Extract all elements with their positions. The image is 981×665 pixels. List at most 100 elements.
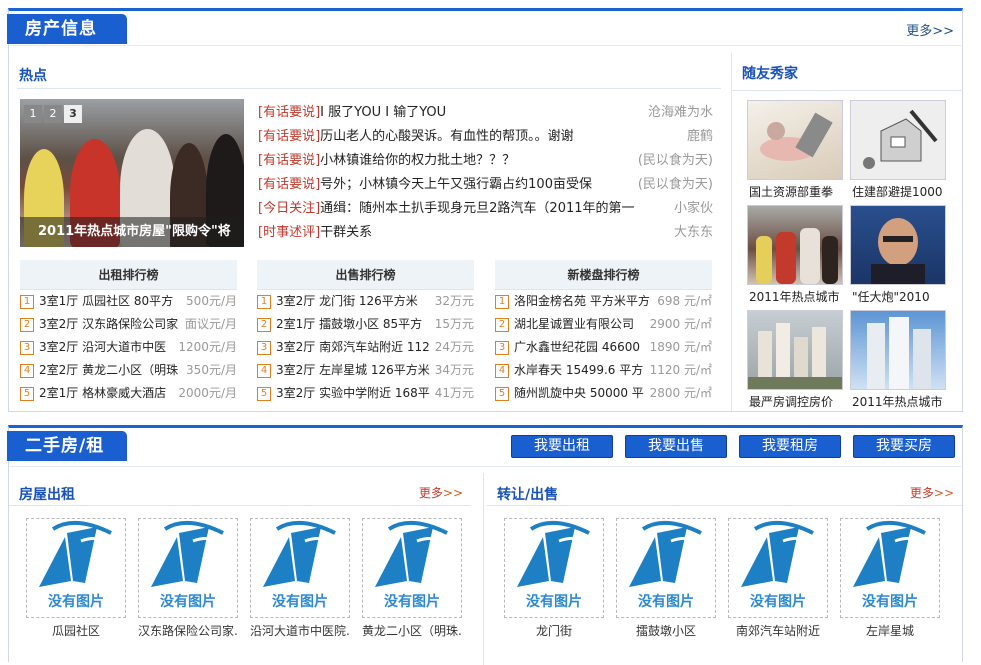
rent-listing-card[interactable]: 没有图片 瓜园社区 bbox=[26, 518, 126, 639]
ranking-row[interactable]: 3 广水鑫世纪花园 46600 1890 元/㎡ bbox=[495, 336, 712, 359]
sale-more-link[interactable]: 更多>> bbox=[910, 484, 954, 501]
ranking-row[interactable]: 3 3室2厅 沿河大道市中医 1200元/月 bbox=[20, 336, 237, 359]
feature-slideshow[interactable]: 1 2 3 2011年热点城市房屋"限购令"将 bbox=[20, 99, 244, 247]
listing-caption[interactable]: 擂鼓墩小区 bbox=[616, 622, 716, 639]
side-item[interactable]: 最严房调控房价 bbox=[747, 310, 843, 410]
rank-name[interactable]: 3室2厅 南郊汽车站附近 112 bbox=[276, 340, 430, 354]
ranking-row[interactable]: 4 3室2厅 左岸星城 126平方米 34万元 bbox=[257, 359, 474, 382]
ranking-row[interactable]: 1 3室1厅 瓜园社区 80平方 500元/月 bbox=[20, 290, 237, 313]
property-tab[interactable]: 房产信息 bbox=[7, 14, 127, 44]
rent-listing-card[interactable]: 没有图片 汉东路保险公司家... bbox=[138, 518, 238, 639]
ranking-row[interactable]: 1 洛阳金榜名苑 平方米平方 698 元/㎡ bbox=[495, 290, 712, 313]
ranking-row[interactable]: 5 随州凯旋中央 50000 平 2800 元/㎡ bbox=[495, 382, 712, 405]
ranking-row[interactable]: 2 2室1厅 擂鼓墩小区 85平方 15万元 bbox=[257, 313, 474, 336]
rank-name[interactable]: 3室1厅 瓜园社区 80平方 bbox=[39, 294, 173, 308]
rank-name[interactable]: 3室2厅 实验中学附近 168平 bbox=[276, 386, 430, 400]
news-tag[interactable]: [今日关注] bbox=[258, 201, 320, 216]
no-image-placeholder[interactable]: 没有图片 bbox=[504, 518, 604, 618]
news-title[interactable]: 通缉：随州本土扒手现身元旦2路汽车（2011年的第一 bbox=[320, 201, 634, 216]
news-author[interactable]: (民以食为天) bbox=[638, 149, 713, 173]
listing-caption[interactable]: 南郊汽车站附近 bbox=[728, 622, 828, 639]
rank-name[interactable]: 3室2厅 龙门街 126平方米 bbox=[276, 294, 418, 308]
listing-caption[interactable]: 黄龙二小区（明珠... bbox=[362, 622, 462, 639]
ranking-row[interactable]: 3 3室2厅 南郊汽车站附近 112 24万元 bbox=[257, 336, 474, 359]
news-title[interactable]: 小林镇谁给你的权力批土地？？？ bbox=[320, 153, 515, 168]
pager-3[interactable]: 3 bbox=[64, 105, 82, 123]
side-caption[interactable]: 住建部避提1000 bbox=[850, 183, 946, 200]
news-title[interactable]: 历山老人的心酸哭诉。有血性的帮顶。。谢谢 bbox=[320, 129, 574, 144]
ranking-row[interactable]: 4 水岸春天 15499.6 平方 1120 元/㎡ bbox=[495, 359, 712, 382]
rank-name[interactable]: 2室1厅 格林豪威大酒店 bbox=[39, 386, 166, 400]
no-image-placeholder[interactable]: 没有图片 bbox=[728, 518, 828, 618]
news-tag[interactable]: [时事述评] bbox=[258, 225, 320, 240]
sell-button[interactable]: 我要出售 bbox=[625, 435, 727, 458]
news-title[interactable]: 干群关系 bbox=[320, 225, 372, 240]
rank-name[interactable]: 广水鑫世纪花园 46600 bbox=[514, 340, 640, 354]
listing-caption[interactable]: 瓜园社区 bbox=[26, 622, 126, 639]
pager-1[interactable]: 1 bbox=[24, 105, 42, 123]
ranking-row[interactable]: 2 3室2厅 汉东路保险公司家 面议元/月 bbox=[20, 313, 237, 336]
side-item[interactable]: "任大炮"2010 bbox=[850, 205, 946, 305]
news-item[interactable]: [有话要说]I 服了YOU I 输了YOU 沧海难为水 bbox=[258, 101, 713, 125]
ranking-row[interactable]: 5 2室1厅 格林豪威大酒店 2000元/月 bbox=[20, 382, 237, 405]
news-title[interactable]: 号外；小林镇今天上午又强行霸占约100亩受保 bbox=[320, 177, 592, 192]
news-author[interactable]: 大东东 bbox=[674, 221, 713, 245]
rent-listing-card[interactable]: 没有图片 黄龙二小区（明珠... bbox=[362, 518, 462, 639]
side-item[interactable]: 2011年热点城市 bbox=[850, 310, 946, 410]
ranking-row[interactable]: 4 2室2厅 黄龙二小区（明珠 350元/月 bbox=[20, 359, 237, 382]
rank-name[interactable]: 3室2厅 左岸星城 126平方米 bbox=[276, 363, 430, 377]
news-tag[interactable]: [有话要说] bbox=[258, 153, 320, 168]
rank-name[interactable]: 湖北星诚置业有限公司 bbox=[514, 317, 634, 331]
side-caption[interactable]: 2011年热点城市 bbox=[850, 393, 946, 410]
rank-name[interactable]: 2室1厅 擂鼓墩小区 85平方 bbox=[276, 317, 422, 331]
listing-caption[interactable]: 龙门街 bbox=[504, 622, 604, 639]
side-caption[interactable]: 最严房调控房价 bbox=[747, 393, 843, 410]
feature-caption[interactable]: 2011年热点城市房屋"限购令"将 bbox=[20, 217, 244, 247]
side-caption[interactable]: 2011年热点城市 bbox=[747, 288, 843, 305]
side-item[interactable]: 国土资源部重拳 bbox=[747, 100, 843, 200]
side-item[interactable]: 2011年热点城市 bbox=[747, 205, 843, 305]
rank-name[interactable]: 洛阳金榜名苑 平方米平方 bbox=[514, 294, 650, 308]
buy-button[interactable]: 我要买房 bbox=[853, 435, 955, 458]
sale-listing-card[interactable]: 没有图片 擂鼓墩小区 bbox=[616, 518, 716, 639]
side-item[interactable]: 住建部避提1000 bbox=[850, 100, 946, 200]
news-author[interactable]: 小家伙 bbox=[674, 197, 713, 221]
news-tag[interactable]: [有话要说] bbox=[258, 105, 320, 120]
pager-2[interactable]: 2 bbox=[44, 105, 62, 123]
rank-name[interactable]: 水岸春天 15499.6 平方 bbox=[514, 363, 643, 377]
rent-in-button[interactable]: 我要租房 bbox=[739, 435, 841, 458]
sale-listing-card[interactable]: 没有图片 龙门街 bbox=[504, 518, 604, 639]
listing-caption[interactable]: 沿河大道市中医院... bbox=[250, 622, 350, 639]
ranking-row[interactable]: 2 湖北星诚置业有限公司 2900 元/㎡ bbox=[495, 313, 712, 336]
rent-listing-card[interactable]: 没有图片 沿河大道市中医院... bbox=[250, 518, 350, 639]
news-item[interactable]: [今日关注]通缉：随州本土扒手现身元旦2路汽车（2011年的第一 小家伙 bbox=[258, 197, 713, 221]
news-title[interactable]: I 服了YOU I 输了YOU bbox=[320, 105, 446, 120]
rank-name[interactable]: 2室2厅 黄龙二小区（明珠 bbox=[39, 363, 178, 377]
news-author[interactable]: 沧海难为水 bbox=[648, 101, 713, 125]
ranking-row[interactable]: 1 3室2厅 龙门街 126平方米 32万元 bbox=[257, 290, 474, 313]
sale-listing-card[interactable]: 没有图片 南郊汽车站附近 bbox=[728, 518, 828, 639]
news-item[interactable]: [有话要说]历山老人的心酸哭诉。有血性的帮顶。。谢谢 鹿鹤 bbox=[258, 125, 713, 149]
no-image-placeholder[interactable]: 没有图片 bbox=[840, 518, 940, 618]
news-item[interactable]: [有话要说]小林镇谁给你的权力批土地？？？ (民以食为天) bbox=[258, 149, 713, 173]
side-caption[interactable]: 国土资源部重拳 bbox=[747, 183, 843, 200]
news-item[interactable]: [时事述评]干群关系 大东东 bbox=[258, 221, 713, 245]
rent-more-link[interactable]: 更多>> bbox=[419, 484, 463, 501]
sale-listing-card[interactable]: 没有图片 左岸星城 bbox=[840, 518, 940, 639]
news-author[interactable]: (民以食为天) bbox=[638, 173, 713, 197]
side-caption[interactable]: "任大炮"2010 bbox=[850, 288, 946, 305]
secondhand-tab[interactable]: 二手房/租房 bbox=[7, 431, 127, 486]
rank-name[interactable]: 3室2厅 汉东路保险公司家 bbox=[39, 317, 178, 331]
news-item[interactable]: [有话要说]号外；小林镇今天上午又强行霸占约100亩受保 (民以食为天) bbox=[258, 173, 713, 197]
no-image-placeholder[interactable]: 没有图片 bbox=[250, 518, 350, 618]
no-image-placeholder[interactable]: 没有图片 bbox=[362, 518, 462, 618]
rent-out-button[interactable]: 我要出租 bbox=[511, 435, 613, 458]
no-image-placeholder[interactable]: 没有图片 bbox=[138, 518, 238, 618]
no-image-placeholder[interactable]: 没有图片 bbox=[616, 518, 716, 618]
ranking-row[interactable]: 5 3室2厅 实验中学附近 168平 41万元 bbox=[257, 382, 474, 405]
rank-name[interactable]: 3室2厅 沿河大道市中医 bbox=[39, 340, 166, 354]
no-image-placeholder[interactable]: 没有图片 bbox=[26, 518, 126, 618]
listing-caption[interactable]: 汉东路保险公司家... bbox=[138, 622, 238, 639]
property-more-link[interactable]: 更多>> bbox=[906, 20, 954, 39]
news-author[interactable]: 鹿鹤 bbox=[687, 125, 713, 149]
